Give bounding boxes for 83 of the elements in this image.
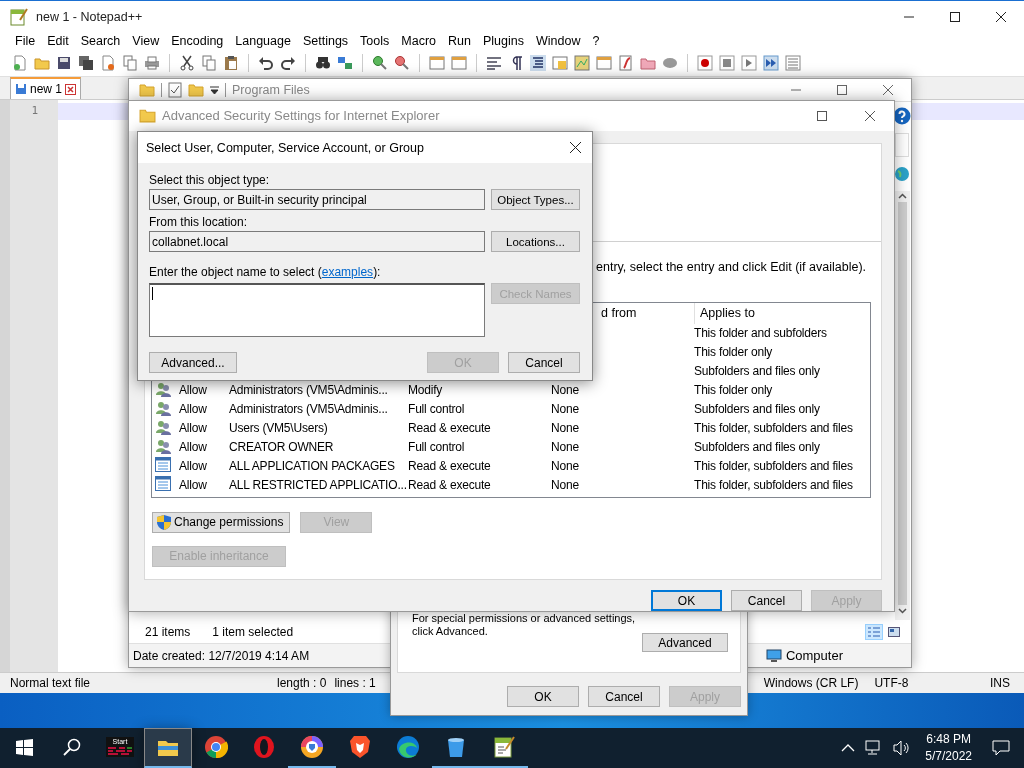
table-cell-text: This folder and subfolders: [694, 326, 828, 341]
menu-item[interactable]: ?: [586, 34, 606, 48]
field-label: Enter the object name to select (examples):: [149, 265, 382, 280]
table-cell-text: This folder, subfolders and files: [694, 421, 854, 436]
table-cell-text: Subfolders and files only: [694, 402, 821, 417]
clock-date[interactable]: 5/7/2022: [925, 748, 972, 765]
object-type-field: User, Group, or Built-in security principal: [149, 189, 485, 210]
selection-count: 1 item selected: [212, 624, 294, 639]
window-title: Program Files: [232, 83, 310, 97]
status-text: Normal text file: [10, 676, 91, 690]
table-cell-text: Subfolders and files only: [694, 364, 821, 379]
field-label: Select this object type:: [149, 173, 271, 188]
table-cell-text: CREATOR OWNER: [229, 440, 335, 455]
object-types-button[interactable]: Object Types...: [491, 189, 580, 210]
menu-item[interactable]: Edit: [41, 34, 75, 48]
hint-text: For special permissions or advanced settings, click Advanced.: [412, 612, 637, 638]
status-text: Windows (CR LF): [763, 676, 859, 690]
dialog-button[interactable]: Cancel: [588, 686, 660, 707]
table-cell-text: Allow: [179, 459, 208, 474]
menu-item[interactable]: Language: [229, 34, 297, 48]
table-cell-text: Read & execute: [408, 421, 492, 436]
dialog-button[interactable]: Cancel: [508, 352, 580, 373]
table-cell-text: Allow: [179, 383, 208, 398]
table-cell-text: None: [551, 440, 580, 455]
menu-item[interactable]: File: [9, 34, 42, 48]
change-permissions-button[interactable]: Change permissions: [152, 511, 291, 533]
table-cell: ALL RESTRICTED APPLICATIO...: [229, 478, 408, 493]
advanced-button[interactable]: Advanced: [642, 633, 728, 652]
status-text: length : 0: [277, 676, 327, 690]
location-label: Computer: [785, 648, 843, 663]
column-header[interactable]: Applies to: [694, 302, 870, 324]
line-number: 1: [31, 104, 38, 117]
table-cell-text: This folder, subfolders and files: [694, 459, 854, 474]
menu-item[interactable]: Plugins: [476, 34, 530, 48]
menu-item[interactable]: View: [126, 34, 166, 48]
table-cell-text: Administrators (VM5\Adminis...: [229, 383, 389, 398]
field-label: From this location:: [149, 215, 249, 230]
menu-item[interactable]: Run: [442, 34, 477, 48]
table-cell-text: None: [551, 478, 580, 493]
menu-item[interactable]: Settings: [296, 34, 355, 48]
status-text: UTF-8: [874, 676, 909, 690]
menu-item[interactable]: Encoding: [165, 34, 230, 48]
table-cell-text: None: [551, 383, 580, 398]
table-cell-text: Allow: [179, 478, 208, 493]
table-cell-text: Subfolders and files only: [694, 440, 821, 455]
table-cell-text: None: [551, 402, 580, 417]
dialog-title: Select User, Computer, Service Account, or Group: [146, 140, 424, 155]
status-text: lines : 1: [334, 676, 376, 690]
table-cell-text: Full control: [408, 402, 466, 417]
table-cell-text: None: [551, 421, 580, 436]
window-title: Advanced Security Settings for Internet Explorer: [162, 108, 440, 124]
item-count: 21 items: [145, 624, 191, 639]
location-field: collabnet.local: [149, 231, 485, 252]
date-created: Date created: 12/7/2019 4:14 AM: [133, 648, 310, 663]
locations-button[interactable]: Locations...: [491, 231, 580, 252]
file-tab[interactable]: new 1: [10, 77, 82, 99]
table-cell-text: This folder only: [694, 383, 774, 398]
instruction-text: entry, select the entry and click Edit (if available).: [596, 259, 868, 274]
advanced-button[interactable]: Advanced...: [149, 352, 237, 373]
table-cell-text: Administrators (VM5\Adminis...: [229, 402, 389, 417]
table-cell-text: Full control: [408, 440, 466, 455]
table-cell-text: This folder only: [694, 345, 774, 360]
examples-link[interactable]: examples: [321, 265, 374, 279]
table-cell-text: Allow: [179, 440, 208, 455]
dialog-button[interactable]: OK: [651, 590, 722, 611]
table-cell-text: Read & execute: [408, 459, 492, 474]
table-cell-text: None: [551, 459, 580, 474]
clock-time[interactable]: 6:48 PM: [926, 731, 971, 748]
table-cell-text: Allow: [179, 421, 208, 436]
menu-item[interactable]: Search: [74, 34, 127, 48]
table-cell-text: Modify: [408, 383, 444, 398]
status-text: INS: [990, 676, 1010, 690]
menu-item[interactable]: Window: [529, 34, 587, 48]
table-cell-text: Allow: [179, 402, 208, 417]
window-title: new 1 - Notepad++: [36, 9, 143, 24]
dialog-button[interactable]: OK: [507, 686, 579, 707]
table-cell-text: Users (VM5\Users): [229, 421, 329, 436]
menu-item[interactable]: Macro: [395, 34, 443, 48]
table-cell-text: ALL APPLICATION PACKAGES: [229, 459, 396, 474]
menu-item[interactable]: Tools: [354, 34, 396, 48]
table-cell-text: Read & execute: [408, 478, 492, 493]
dialog-button[interactable]: Cancel: [731, 590, 802, 611]
table-cell-text: This folder, subfolders and files: [694, 478, 854, 493]
